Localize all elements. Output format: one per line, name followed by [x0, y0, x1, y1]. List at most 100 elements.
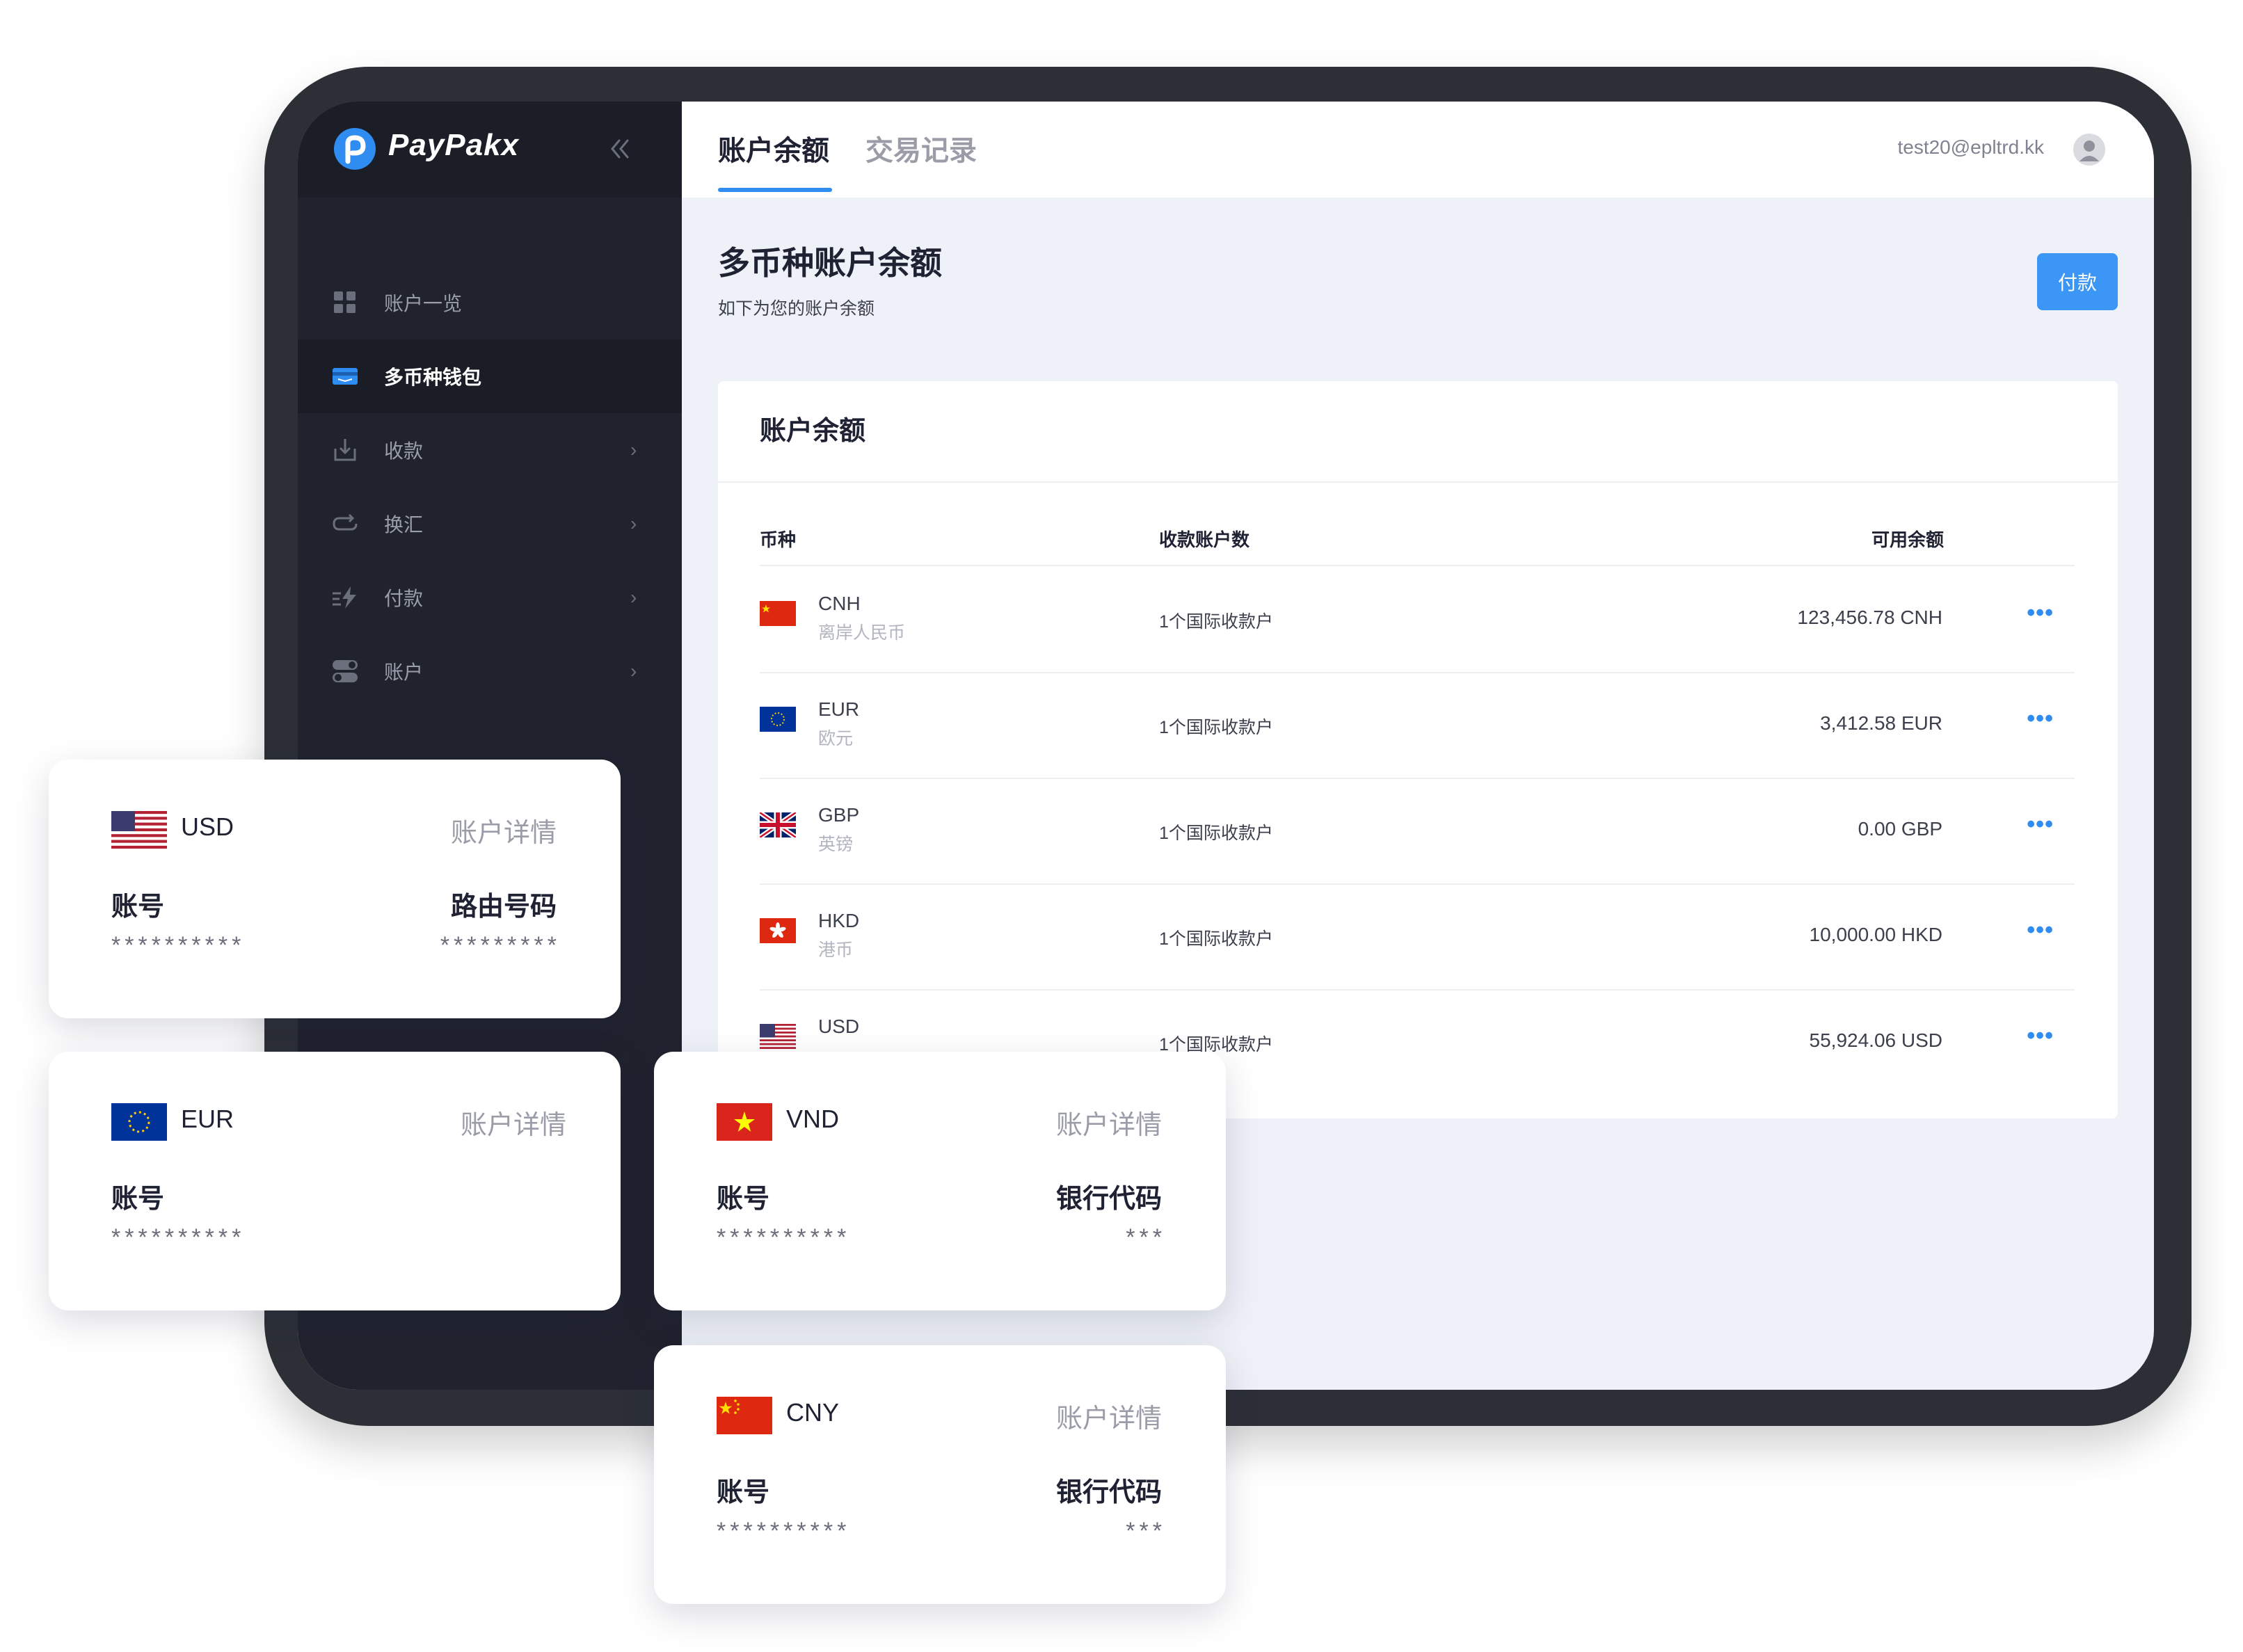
wallet-card-icon	[333, 368, 358, 385]
column-header-currency: 币种	[760, 529, 797, 550]
masked-account-number: **********	[717, 1224, 851, 1251]
table-row[interactable]: HKD 港币 1个国际收款户 10,000.00 HKD •••	[760, 885, 2075, 989]
double-chevron-left-icon[interactable]	[604, 134, 634, 164]
more-options-icon[interactable]: •••	[2027, 600, 2054, 627]
available-balance: 55,924.06 USD	[1809, 1029, 1942, 1051]
tab-account-balance[interactable]: 账户余额	[718, 128, 829, 168]
masked-account-number: **********	[111, 1224, 246, 1251]
us-flag-icon	[760, 1024, 796, 1049]
available-balance: 10,000.00 HKD	[1809, 924, 1942, 945]
currency-name: 欧元	[818, 729, 854, 748]
balance-card: 账户余额 币种 收款账户数 可用余额 CNH 离岸人民币 1个国际收款户 123…	[718, 381, 2118, 1118]
sidebar-item-multicurrency-wallet[interactable]: 多币种钱包	[298, 339, 682, 413]
routing-number-label: 路由号码	[450, 892, 557, 922]
divider	[760, 565, 2075, 566]
chevron-right-icon: ›	[630, 586, 637, 608]
account-detail-card-usd[interactable]: USD 账户详情 账号 路由号码 ********** *********	[49, 760, 621, 1018]
chevron-right-icon: ›	[630, 439, 637, 460]
user-email[interactable]: test20@epltrd.kk	[1897, 136, 2044, 159]
available-balance: 0.00 GBP	[1858, 818, 1942, 840]
page-subtitle: 如下为您的账户余额	[718, 299, 875, 319]
us-flag-icon	[111, 811, 167, 849]
masked-account-number: **********	[717, 1518, 851, 1544]
account-detail-card-vnd[interactable]: VND 账户详情 账号 银行代码 ********** ***	[654, 1052, 1226, 1310]
receive-download-icon	[334, 439, 356, 461]
sidebar-item-account[interactable]: 账户 ›	[298, 634, 682, 708]
china-flag-icon	[760, 601, 796, 626]
brand-name: PayPakx	[388, 128, 520, 162]
column-header-account-count: 收款账户数	[1159, 529, 1250, 550]
top-bar: 账户余额 交易记录 test20@epltrd.kk	[682, 102, 2154, 198]
sidebar-item-receive[interactable]: 收款 ›	[298, 413, 682, 487]
currency-code: USD	[181, 812, 234, 841]
balance-card-title: 账户余额	[760, 417, 866, 446]
hong-kong-flag-icon	[760, 918, 796, 943]
currency-code: CNH	[818, 593, 861, 614]
sidebar-item-exchange[interactable]: 换汇 ›	[298, 487, 682, 561]
account-number-label: 账号	[111, 892, 165, 922]
account-number-label: 账号	[717, 1478, 770, 1507]
active-tab-indicator	[718, 188, 832, 192]
china-flag-icon	[717, 1397, 772, 1434]
available-balance: 123,456.78 CNH	[1797, 607, 1942, 628]
paypakx-logo-icon	[334, 128, 376, 170]
more-options-icon[interactable]: •••	[2027, 1023, 2054, 1050]
account-details-link[interactable]: 账户详情	[461, 1103, 566, 1141]
exchange-arrows-icon	[333, 513, 358, 531]
currency-code: EUR	[181, 1105, 234, 1133]
toggle-account-icon	[333, 660, 358, 682]
account-details-link[interactable]: 账户详情	[1056, 1103, 1162, 1141]
avatar[interactable]	[2073, 134, 2105, 166]
sidebar-item-overview[interactable]: 账户一览	[298, 266, 682, 339]
page-title: 多币种账户余额	[718, 245, 942, 281]
more-options-icon[interactable]: •••	[2027, 705, 2054, 732]
masked-bank-code: ***	[1126, 1224, 1166, 1251]
account-detail-card-eur[interactable]: EUR 账户详情 账号 **********	[49, 1052, 621, 1310]
table-row[interactable]: CNH 离岸人民币 1个国际收款户 123,456.78 CNH •••	[760, 568, 2075, 672]
user-avatar-icon	[2080, 141, 2099, 161]
chevron-right-icon: ›	[630, 660, 637, 682]
account-details-link[interactable]: 账户详情	[1056, 1397, 1162, 1435]
sidebar-item-label: 付款	[384, 588, 424, 609]
vietnam-flag-icon	[717, 1103, 772, 1141]
more-options-icon[interactable]: •••	[2027, 917, 2054, 944]
currency-name: 英镑	[818, 835, 854, 854]
account-count: 1个国际收款户	[1159, 929, 1273, 949]
currency-code: CNY	[786, 1398, 840, 1427]
currency-name: 港币	[818, 940, 854, 960]
currency-code: USD	[818, 1016, 860, 1037]
sidebar-item-label: 多币种钱包	[384, 367, 482, 388]
account-count: 1个国际收款户	[1159, 612, 1273, 632]
sidebar-nav: 账户一览 多币种钱包 收款 › 换汇 › 付款 › 账户 ›	[298, 266, 682, 708]
table-row[interactable]: GBP 英镑 1个国际收款户 0.00 GBP •••	[760, 779, 2075, 883]
sidebar-item-label: 换汇	[384, 514, 424, 536]
account-details-link[interactable]: 账户详情	[451, 811, 557, 849]
eu-flag-icon	[111, 1103, 167, 1141]
pay-button[interactable]: 付款	[2037, 253, 2118, 310]
bank-code-label: 银行代码	[1055, 1478, 1162, 1507]
account-detail-card-cny[interactable]: CNY 账户详情 账号 银行代码 ********** ***	[654, 1345, 1226, 1604]
masked-account-number: **********	[111, 932, 246, 959]
chevron-right-icon: ›	[630, 513, 637, 534]
lightning-send-icon	[333, 586, 356, 609]
sidebar-item-label: 收款	[384, 440, 424, 462]
currency-code: VND	[786, 1105, 840, 1133]
uk-flag-icon	[760, 812, 796, 837]
account-number-label: 账号	[111, 1185, 165, 1214]
table-row[interactable]: EUR 欧元 1个国际收款户 3,412.58 EUR •••	[760, 673, 2075, 778]
masked-routing-number: *********	[440, 932, 561, 959]
masked-bank-code: ***	[1126, 1518, 1166, 1544]
sidebar-item-payment[interactable]: 付款 ›	[298, 561, 682, 634]
tab-transactions[interactable]: 交易记录	[865, 128, 977, 168]
currency-code: EUR	[818, 698, 860, 720]
eu-flag-icon	[760, 707, 796, 732]
account-number-label: 账号	[717, 1185, 770, 1214]
more-options-icon[interactable]: •••	[2027, 811, 2054, 838]
currency-code: GBP	[818, 804, 860, 826]
sidebar-item-label: 账户	[384, 661, 424, 683]
bank-code-label: 银行代码	[1055, 1185, 1162, 1214]
divider	[718, 481, 2118, 483]
currency-code: HKD	[818, 910, 860, 931]
grid-icon	[334, 291, 356, 313]
currency-name: 离岸人民币	[818, 623, 906, 643]
